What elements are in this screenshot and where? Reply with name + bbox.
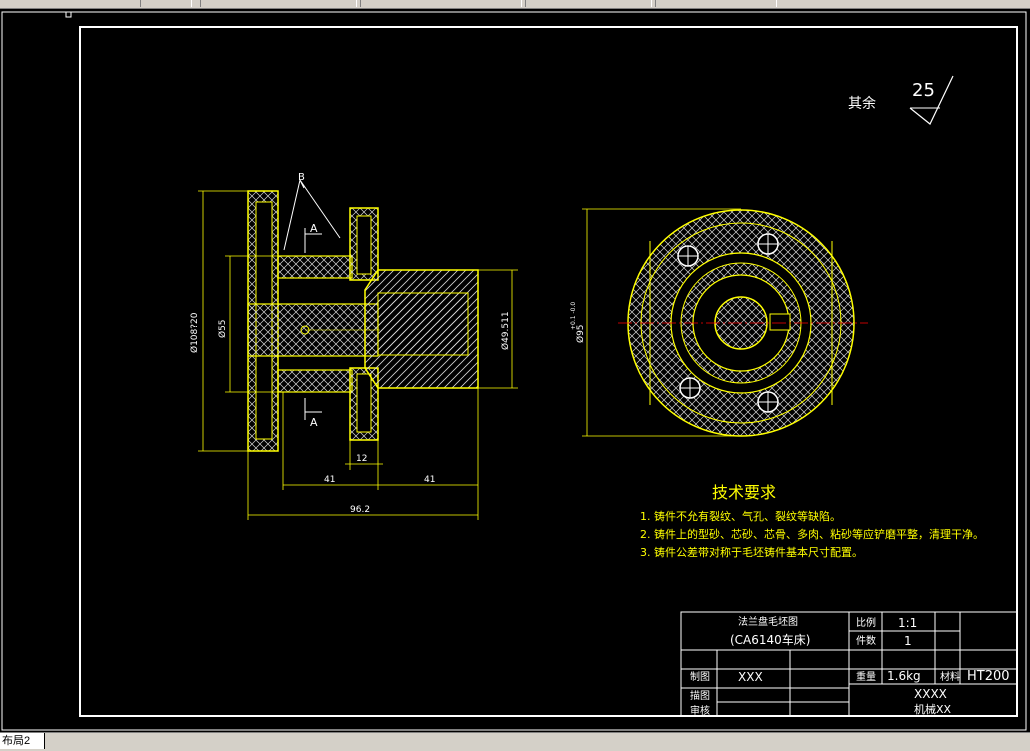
tb-class: 机械XX bbox=[914, 702, 952, 716]
roughness-value: 25 bbox=[912, 80, 935, 101]
tb-school: XXXX bbox=[914, 687, 947, 701]
toolbar-icons[interactable] bbox=[140, 0, 192, 7]
grip-handle bbox=[65, 11, 72, 18]
tb-checker-label: 描图 bbox=[690, 689, 710, 702]
toolbar-field[interactable] bbox=[200, 0, 357, 7]
tb-material-label: 材料 bbox=[940, 670, 960, 683]
tab-layout2[interactable]: 布局2 bbox=[0, 733, 46, 749]
note-item-2: 2. 铸件上的型砂、芯砂、芯骨、多肉、粘砂等应铲磨平整，清理干净。 bbox=[640, 527, 984, 541]
dim-d55: Ø55 bbox=[217, 319, 228, 338]
tb-designer-value: XXX bbox=[738, 670, 763, 684]
front-view bbox=[582, 208, 868, 437]
tb-count-value: 1 bbox=[904, 634, 912, 648]
status-bar: 布局2 bbox=[0, 732, 1030, 751]
dim-12: 12 bbox=[356, 454, 367, 464]
tb-count-label: 件数 bbox=[856, 634, 876, 647]
dim-41a: 41 bbox=[324, 475, 335, 485]
dim-d108: Ø108?20 bbox=[189, 312, 200, 353]
toolbar-field[interactable] bbox=[525, 0, 652, 7]
title-block-grid bbox=[680, 611, 1018, 717]
tb-weight-label: 重量 bbox=[856, 670, 876, 683]
notes-title: 技术要求 bbox=[712, 483, 776, 502]
tb-weight-value: 1.6kg bbox=[887, 669, 921, 683]
tb-scale-value: 1:1 bbox=[898, 616, 917, 630]
tb-model: (CA6140车床) bbox=[730, 632, 811, 647]
dim-d49: Ø49.511 bbox=[500, 311, 511, 350]
tb-part-name: 法兰盘毛坯图 bbox=[738, 615, 798, 628]
tb-designer-label: 制图 bbox=[690, 670, 710, 683]
section-a-top: A bbox=[310, 222, 318, 235]
toolbar-field[interactable] bbox=[655, 0, 777, 7]
roughness-label: 其余 bbox=[848, 95, 876, 112]
tb-reviewer-label: 审核 bbox=[690, 704, 710, 717]
note-item-3: 3. 铸件公差带对称于毛坯铸件基本尺寸配置。 bbox=[640, 545, 863, 559]
note-item-1: 1. 铸件不允有裂纹、气孔、裂纹等缺陷。 bbox=[640, 509, 841, 523]
tb-material-value: HT200 bbox=[967, 669, 1010, 684]
section-view bbox=[247, 179, 479, 452]
dim-96: 96.2 bbox=[350, 505, 370, 515]
cad-canvas[interactable]: 其余 25 B A A Ø108?20 Ø55 Ø49.511 12 41 41… bbox=[0, 8, 1030, 732]
dim-d95-tol: +0.1 -0.0 bbox=[570, 302, 577, 330]
drawing-frame bbox=[79, 26, 1018, 717]
leader-b: B bbox=[298, 172, 305, 183]
section-a-bottom: A bbox=[310, 416, 318, 429]
toolbar-field[interactable] bbox=[360, 0, 522, 7]
tb-scale-label: 比例 bbox=[856, 616, 876, 629]
dim-41b: 41 bbox=[424, 475, 435, 485]
